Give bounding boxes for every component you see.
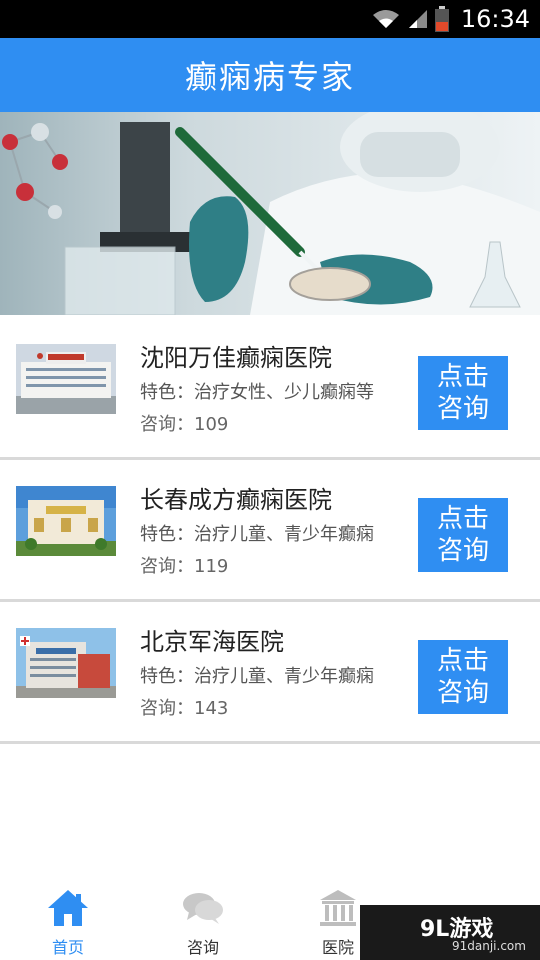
status-time: 16:34 bbox=[460, 5, 530, 33]
battery-icon bbox=[434, 6, 449, 32]
consult-button[interactable]: 点击咨询 bbox=[418, 498, 508, 572]
watermark-url: 91danji.com bbox=[452, 939, 526, 953]
chat-icon bbox=[183, 893, 223, 924]
nav-label: 咨询 bbox=[186, 938, 219, 957]
hospital-name: 沈阳万佳癫痫医院 bbox=[140, 344, 332, 372]
hospital-feature: 特色：治疗女性、少儿癫痫等 bbox=[140, 382, 374, 403]
nav-item-home[interactable]: 首页 bbox=[28, 888, 108, 960]
hospital-list: 沈阳万佳癫痫医院 特色：治疗女性、少儿癫痫等 咨询：109 点击咨询 长春成方癫… bbox=[0, 318, 540, 744]
hospital-consult-count: 咨询：143 bbox=[140, 698, 229, 719]
wifi-icon bbox=[372, 10, 399, 28]
hospital-feature: 特色：治疗儿童、青少年癫痫 bbox=[140, 666, 374, 687]
hospital-name: 北京军海医院 bbox=[140, 628, 284, 656]
hospital-list-item[interactable]: 北京军海医院 特色：治疗儿童、青少年癫痫 咨询：143 点击咨询 bbox=[0, 602, 540, 744]
nav-label: 首页 bbox=[51, 938, 84, 957]
status-icons: 16:34 bbox=[371, 4, 530, 34]
hospital-name: 长春成方癫痫医院 bbox=[140, 486, 332, 514]
hospital-list-item[interactable]: 长春成方癫痫医院 特色：治疗儿童、青少年癫痫 咨询：119 点击咨询 bbox=[0, 460, 540, 602]
page-title: 癫痫病专家 bbox=[184, 58, 355, 96]
hospital-list-item[interactable]: 沈阳万佳癫痫医院 特色：治疗女性、少儿癫痫等 咨询：109 点击咨询 bbox=[0, 318, 540, 460]
title-bar: 癫痫病专家 bbox=[0, 38, 540, 112]
consult-button[interactable]: 点击咨询 bbox=[418, 356, 508, 430]
consult-button[interactable]: 点击咨询 bbox=[418, 640, 508, 714]
hospital-feature: 特色：治疗儿童、青少年癫痫 bbox=[140, 524, 374, 545]
hospital-photo bbox=[16, 628, 116, 698]
home-icon bbox=[48, 890, 88, 926]
hospital-photo bbox=[16, 486, 116, 556]
lab-banner-image bbox=[0, 112, 540, 315]
lab-illustration bbox=[0, 112, 540, 315]
status-bar: 16:34 bbox=[0, 0, 540, 38]
nav-item-consult[interactable]: 咨询 bbox=[163, 888, 243, 960]
hospital-consult-count: 咨询：119 bbox=[140, 556, 229, 577]
signal-icon bbox=[408, 10, 427, 28]
hospital-icon bbox=[320, 890, 356, 926]
watermark: 9L游戏 91danji.com bbox=[360, 905, 540, 960]
hospital-consult-count: 咨询：109 bbox=[140, 414, 229, 435]
hospital-photo bbox=[16, 344, 116, 414]
